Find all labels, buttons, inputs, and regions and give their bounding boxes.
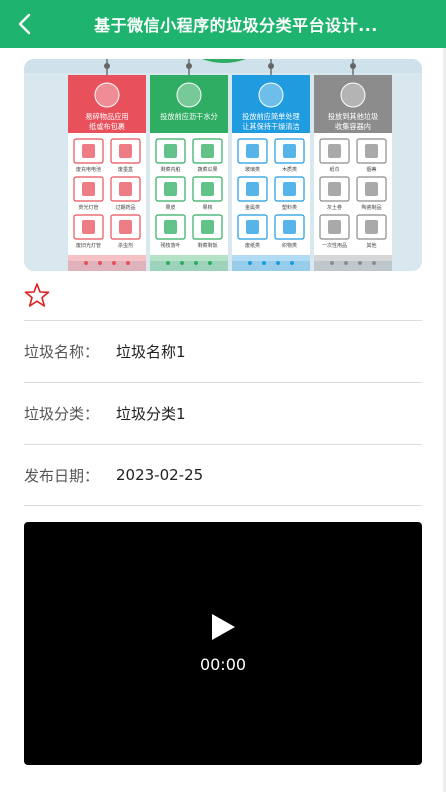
sorting-bin-column: 投放前应沥干水分剩菜内脏 蔬菜瓜果果皮 果核残枝落叶 剩菜剩饭 — [150, 59, 228, 271]
garbage-name-label: 垃圾名称： — [24, 343, 100, 361]
star-outline-icon — [24, 283, 50, 307]
video-player[interactable]: 00:00 — [24, 522, 422, 765]
bin-item-label: 其他 — [366, 242, 376, 249]
play-icon[interactable] — [210, 613, 236, 641]
bin-header-text: 投放前应简单处理 — [242, 112, 300, 121]
publish-date-value: 2023-02-25 — [116, 466, 204, 484]
garbage-name-value: 垃圾名称1 — [116, 343, 186, 361]
bin-item-label: 果皮 — [165, 204, 175, 211]
publish-date-row: 发布日期： 2023-02-25 — [24, 444, 422, 506]
bin-item-label: 残枝落叶 — [160, 242, 180, 249]
bin-header-text: 投放到其他垃圾 — [328, 112, 378, 121]
sorting-bin-column: 易碎物品应用纸或布包裹废充电电池 废墨盒荧光灯管 过期药品废旧光灯管 杀虫剂 — [68, 59, 146, 271]
garbage-category-value: 垃圾分类1 — [116, 405, 186, 423]
bin-item-label: 金属类 — [245, 204, 260, 211]
bin-item-label: 陶瓷制品 — [361, 204, 381, 211]
garbage-category-label: 垃圾分类： — [24, 405, 100, 423]
bin-item-label: 塑料类 — [282, 204, 297, 211]
favorite-button[interactable] — [24, 282, 50, 308]
garbage-category-row: 垃圾分类： 垃圾分类1 — [24, 382, 422, 444]
bin-item-label: 蔬菜瓜果 — [197, 166, 217, 173]
publish-date-label: 发布日期： — [24, 466, 100, 485]
bin-item-label: 废充电电池 — [76, 166, 101, 173]
navigation-bar: 基于微信小程序的垃圾分类平台设计... — [0, 0, 446, 48]
bin-item-label: 荧光灯管 — [78, 204, 98, 211]
bin-item-label: 灰土卷 — [327, 204, 342, 211]
bin-item-label: 废纸类 — [245, 242, 260, 249]
bin-item-label: 纸巾 — [329, 166, 339, 173]
bin-item-label: 剩菜剩饭 — [197, 242, 217, 249]
bin-header-text: 让其保持干燥清洁 — [242, 122, 300, 131]
sorting-bin-column: 投放前应简单处理让其保持干燥清洁玻璃类 木质类金属类 塑料类废纸类 织物类 — [232, 59, 310, 271]
bin-item-label: 杀虫剂 — [118, 242, 133, 249]
bin-item-label: 玻璃类 — [245, 166, 260, 173]
bin-header-text: 投放前应沥干水分 — [160, 112, 218, 121]
bin-header-text: 纸或布包裹 — [89, 122, 125, 131]
bin-item-label: 废旧光灯管 — [76, 242, 101, 249]
bin-item-label: 剩菜内脏 — [160, 166, 180, 173]
chevron-left-icon — [18, 13, 31, 35]
detail-content: 易碎物品应用 纸或布包裹废充电电池 废墨盒荧光灯管 过期药品废旧光灯管 杀虫剂 投放前应沥… — [0, 48, 446, 792]
bin-item-label: 过期药品 — [115, 204, 135, 211]
bin-header-text: 易碎物品应用 — [85, 112, 128, 121]
bin-item-label: 果核 — [202, 204, 212, 211]
bin-item-label: 织物类 — [282, 242, 297, 249]
bin-item-label: 废墨盒 — [118, 166, 133, 173]
back-button[interactable] — [10, 10, 38, 38]
video-time: 00:00 — [199, 655, 247, 674]
bin-header-text: 收集容器内 — [335, 122, 371, 131]
bin-item-label: 木质类 — [282, 166, 297, 173]
garbage-sorting-banner-image: 易碎物品应用 纸或布包裹废充电电池 废墨盒荧光灯管 过期药品废旧光灯管 杀虫剂 投放前应沥… — [24, 59, 422, 271]
sorting-bin-column: 投放到其他垃圾收集容器内纸巾 烟蒂灰土卷 陶瓷制品一次性用品 其他 — [314, 59, 392, 271]
garbage-name-row: 垃圾名称： 垃圾名称1 — [24, 320, 422, 382]
bin-item-label: 一次性用品 — [322, 242, 347, 249]
page-title: 基于微信小程序的垃圾分类平台设计... — [94, 16, 378, 35]
bin-item-label: 烟蒂 — [366, 166, 376, 173]
